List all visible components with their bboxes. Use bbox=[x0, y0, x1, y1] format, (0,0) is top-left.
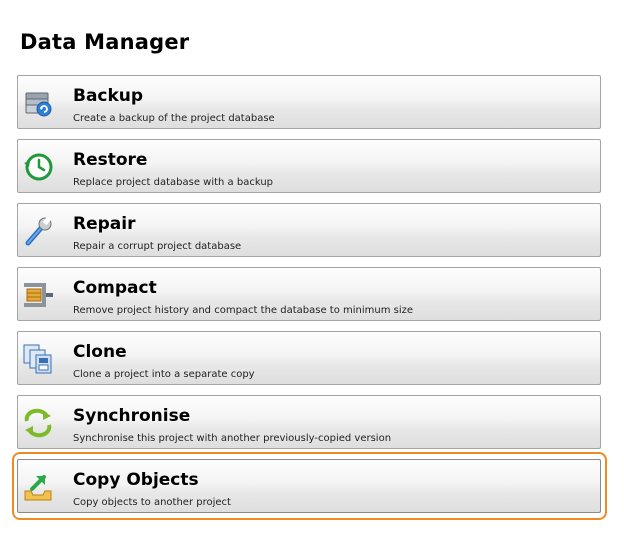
wrench-icon bbox=[22, 215, 54, 247]
clone-description: Clone a project into a separate copy bbox=[73, 369, 255, 380]
repair-description: Repair a corrupt project database bbox=[73, 241, 242, 252]
clone-button[interactable]: Clone Clone a project into a separate co… bbox=[17, 331, 601, 385]
clone-documents-icon bbox=[22, 343, 54, 375]
backup-label: Backup bbox=[73, 86, 144, 106]
restore-button[interactable]: Restore Replace project database with a … bbox=[17, 139, 601, 193]
backup-description: Create a backup of the project database bbox=[73, 113, 275, 124]
compact-button[interactable]: Compact Remove project history and compa… bbox=[17, 267, 601, 321]
restore-label: Restore bbox=[73, 150, 148, 170]
copy-objects-description: Copy objects to another project bbox=[73, 497, 231, 508]
clamp-compact-icon bbox=[22, 279, 54, 311]
compact-description: Remove project history and compact the d… bbox=[73, 305, 414, 316]
page-title: Data Manager bbox=[20, 30, 190, 54]
copy-objects-button[interactable]: Copy Objects Copy objects to another pro… bbox=[17, 459, 601, 513]
synchronise-description: Synchronise this project with another pr… bbox=[73, 433, 392, 444]
synchronise-button[interactable]: Synchronise Synchronise this project wit… bbox=[17, 395, 601, 449]
restore-clock-icon bbox=[22, 151, 54, 183]
restore-description: Replace project database with a backup bbox=[73, 177, 274, 188]
clone-label: Clone bbox=[73, 342, 127, 362]
copy-to-tray-icon bbox=[22, 471, 54, 503]
sync-arrows-icon bbox=[22, 407, 54, 439]
synchronise-label: Synchronise bbox=[73, 406, 191, 426]
repair-button[interactable]: Repair Repair a corrupt project database bbox=[17, 203, 601, 257]
backup-button[interactable]: Backup Create a backup of the project da… bbox=[17, 75, 601, 129]
data-manager-page: Data Manager Backup Create a backup of t… bbox=[0, 0, 624, 537]
repair-label: Repair bbox=[73, 214, 136, 234]
database-backup-icon bbox=[22, 87, 54, 119]
copy-objects-label: Copy Objects bbox=[73, 470, 199, 490]
compact-label: Compact bbox=[73, 278, 157, 298]
